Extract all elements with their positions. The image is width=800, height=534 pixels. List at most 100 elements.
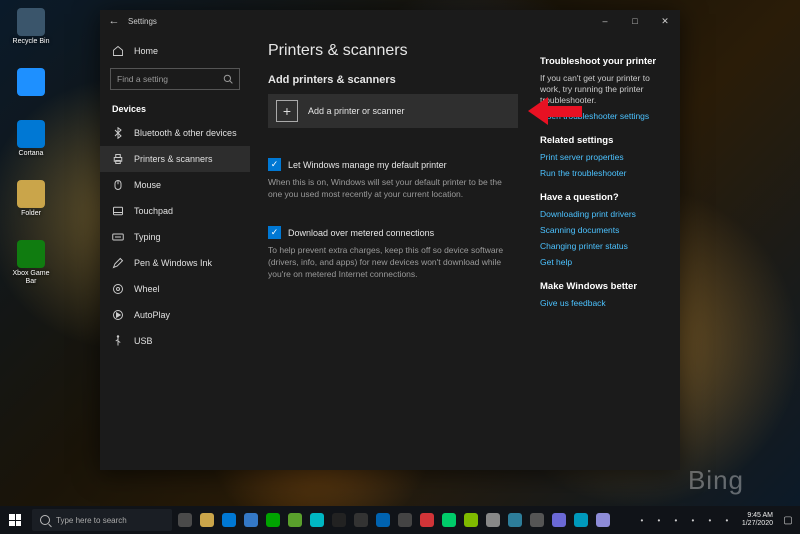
app-icon bbox=[530, 513, 544, 527]
app-icon bbox=[442, 513, 456, 527]
app-icon bbox=[552, 513, 566, 527]
taskbar-app[interactable] bbox=[196, 506, 218, 534]
taskbar-clock[interactable]: 9:45 AM 1/27/2020 bbox=[738, 512, 777, 528]
desktop-icon[interactable] bbox=[8, 68, 54, 98]
sidebar-item-label: Pen & Windows Ink bbox=[134, 258, 212, 268]
sidebar-item-wheel[interactable]: Wheel bbox=[100, 276, 250, 302]
icon-label: Recycle Bin bbox=[13, 38, 50, 46]
pen-icon bbox=[112, 257, 124, 269]
sidebar-item-mouse[interactable]: Mouse bbox=[100, 172, 250, 198]
desktop-icon[interactable]: Recycle Bin bbox=[8, 8, 54, 46]
metered-checkbox[interactable]: ✓ bbox=[268, 226, 281, 239]
taskbar-app[interactable] bbox=[460, 506, 482, 534]
taskbar-app[interactable] bbox=[328, 506, 350, 534]
app-icon bbox=[17, 68, 45, 96]
search-icon bbox=[223, 74, 233, 84]
help-link[interactable]: Downloading print drivers bbox=[540, 209, 666, 219]
printer-icon bbox=[112, 153, 124, 165]
tray-wifi-icon[interactable]: • bbox=[687, 514, 699, 526]
taskbar-app[interactable] bbox=[372, 506, 394, 534]
tray-batt-icon[interactable]: • bbox=[704, 514, 716, 526]
app-icon bbox=[354, 513, 368, 527]
sidebar-item-touchpad[interactable]: Touchpad bbox=[100, 198, 250, 224]
system-tray: • • • • • • 9:45 AM 1/27/2020 ▢ bbox=[636, 512, 800, 528]
add-printer-button[interactable]: + Add a printer or scanner bbox=[268, 94, 518, 128]
sidebar-item-usb[interactable]: USB bbox=[100, 328, 250, 354]
bt-icon bbox=[112, 127, 124, 139]
close-button[interactable]: ✕ bbox=[650, 10, 680, 32]
related-link[interactable]: Print server properties bbox=[540, 152, 666, 162]
taskbar-app[interactable] bbox=[240, 506, 262, 534]
sidebar-item-label: Printers & scanners bbox=[134, 154, 213, 164]
main-content: Printers & scanners Add printers & scann… bbox=[250, 32, 680, 470]
desktop-icon[interactable]: Cortana bbox=[8, 120, 54, 158]
help-link[interactable]: Changing printer status bbox=[540, 241, 666, 251]
app-icon bbox=[310, 513, 324, 527]
app-icon bbox=[376, 513, 390, 527]
sidebar-item-label: Typing bbox=[134, 232, 161, 242]
help-link[interactable]: Get help bbox=[540, 257, 666, 267]
back-button[interactable]: ← bbox=[100, 15, 128, 27]
app-icon bbox=[178, 513, 192, 527]
taskbar-app[interactable] bbox=[570, 506, 592, 534]
taskbar-app[interactable] bbox=[592, 506, 614, 534]
icon-label: Cortana bbox=[19, 150, 44, 158]
add-heading: Add printers & scanners bbox=[268, 74, 518, 86]
feedback-link[interactable]: Give us feedback bbox=[540, 298, 666, 308]
tray-^-icon[interactable]: • bbox=[636, 514, 648, 526]
question-heading: Have a question? bbox=[540, 192, 666, 203]
metered-label: Download over metered connections bbox=[288, 228, 434, 238]
sidebar-item-printer[interactable]: Printers & scanners bbox=[100, 146, 250, 172]
usb-icon bbox=[112, 335, 124, 347]
taskbar-app[interactable] bbox=[438, 506, 460, 534]
taskbar-search[interactable]: Type here to search bbox=[32, 509, 172, 531]
app-icon bbox=[486, 513, 500, 527]
windows-logo-icon bbox=[9, 514, 21, 526]
app-icon bbox=[17, 120, 45, 148]
sidebar-item-autoplay[interactable]: AutoPlay bbox=[100, 302, 250, 328]
tray-vol-icon[interactable]: • bbox=[670, 514, 682, 526]
taskbar-app[interactable] bbox=[284, 506, 306, 534]
taskbar-app[interactable] bbox=[482, 506, 504, 534]
taskbar-apps bbox=[174, 506, 614, 534]
sidebar-item-keyboard[interactable]: Typing bbox=[100, 224, 250, 250]
sidebar-home[interactable]: Home bbox=[100, 38, 250, 64]
taskbar-app[interactable] bbox=[416, 506, 438, 534]
default-printer-desc: When this is on, Windows will set your d… bbox=[268, 176, 518, 200]
desktop-icon[interactable]: Folder bbox=[8, 180, 54, 218]
sidebar-item-pen[interactable]: Pen & Windows Ink bbox=[100, 250, 250, 276]
taskbar-app[interactable] bbox=[504, 506, 526, 534]
keyboard-icon bbox=[112, 231, 124, 243]
taskbar-app[interactable] bbox=[394, 506, 416, 534]
maximize-button[interactable]: □ bbox=[620, 10, 650, 32]
sidebar-search[interactable]: Find a setting bbox=[110, 68, 240, 90]
default-printer-checkbox[interactable]: ✓ bbox=[268, 158, 281, 171]
settings-window: ← Settings – □ ✕ Home Find a setting Dev… bbox=[100, 10, 680, 470]
tray-key-icon[interactable]: • bbox=[721, 514, 733, 526]
taskbar-app[interactable] bbox=[306, 506, 328, 534]
related-link[interactable]: Run the troubleshooter bbox=[540, 168, 666, 178]
taskbar-app[interactable] bbox=[262, 506, 284, 534]
app-icon bbox=[574, 513, 588, 527]
minimize-button[interactable]: – bbox=[590, 10, 620, 32]
sidebar-item-label: Mouse bbox=[134, 180, 161, 190]
sidebar-item-label: Touchpad bbox=[134, 206, 173, 216]
tray-bt-icon[interactable]: • bbox=[653, 514, 665, 526]
annotation-arrow bbox=[528, 97, 588, 125]
help-link[interactable]: Scanning documents bbox=[540, 225, 666, 235]
taskbar-app[interactable] bbox=[548, 506, 570, 534]
taskbar: Type here to search • • • • • • 9:45 AM 1/27/… bbox=[0, 506, 800, 534]
taskbar-app[interactable] bbox=[350, 506, 372, 534]
app-icon bbox=[17, 240, 45, 268]
sidebar-item-bt[interactable]: Bluetooth & other devices bbox=[100, 120, 250, 146]
wheel-icon bbox=[112, 283, 124, 295]
taskbar-app[interactable] bbox=[526, 506, 548, 534]
taskbar-app[interactable] bbox=[174, 506, 196, 534]
action-center-icon[interactable]: ▢ bbox=[782, 514, 794, 526]
desktop-icon[interactable]: Xbox Game Bar bbox=[8, 240, 54, 286]
taskbar-search-placeholder: Type here to search bbox=[56, 516, 127, 525]
start-button[interactable] bbox=[0, 506, 30, 534]
taskbar-app[interactable] bbox=[218, 506, 240, 534]
sidebar-item-label: AutoPlay bbox=[134, 310, 170, 320]
sidebar-category: Devices bbox=[100, 98, 250, 120]
